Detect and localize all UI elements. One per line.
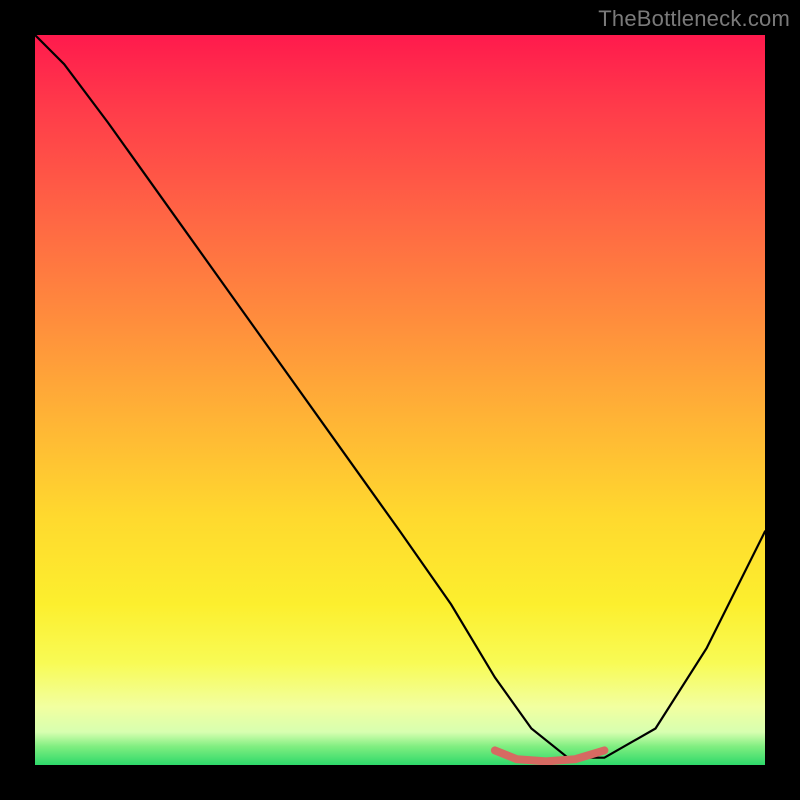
watermark-text: TheBottleneck.com bbox=[598, 6, 790, 32]
chart-svg bbox=[35, 35, 765, 765]
plot-area bbox=[35, 35, 765, 765]
bottleneck-curve-line bbox=[35, 35, 765, 758]
optimal-range-marker-line bbox=[495, 750, 605, 761]
chart-frame: TheBottleneck.com bbox=[0, 0, 800, 800]
